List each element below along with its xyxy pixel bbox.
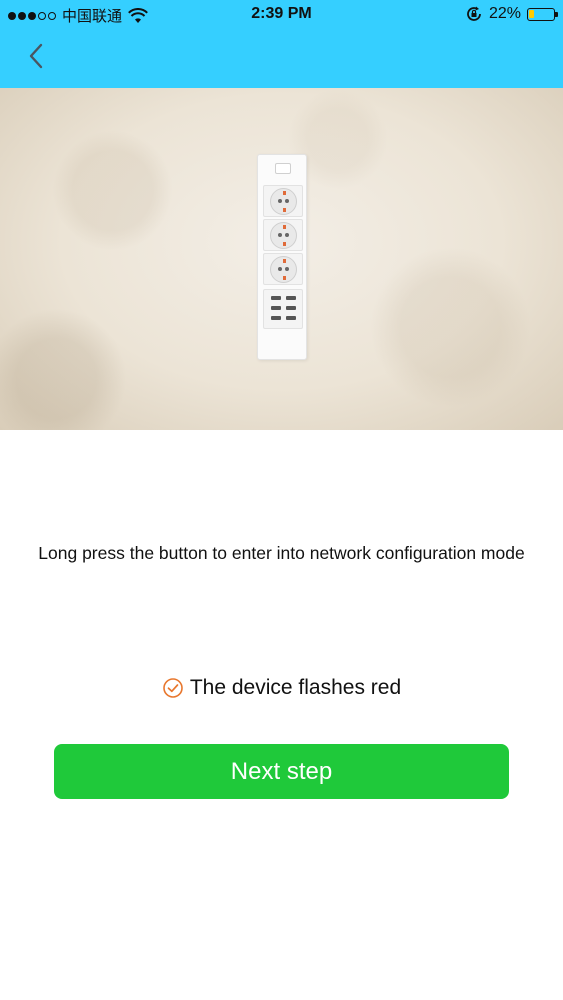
socket	[263, 185, 303, 217]
confirm-checkbox[interactable]: The device flashes red	[0, 676, 563, 700]
status-right: 22%	[465, 5, 558, 23]
instruction-text: Long press the button to enter into netw…	[38, 543, 525, 563]
battery-level	[529, 9, 535, 18]
check-circle-icon	[163, 678, 183, 698]
usb-ports	[263, 289, 303, 329]
power-switch	[275, 163, 291, 174]
battery-percent: 22%	[488, 5, 521, 22]
battery-icon	[527, 7, 558, 21]
socket	[263, 253, 303, 285]
chevron-left-icon	[29, 43, 43, 69]
next-step-button[interactable]: Next step	[54, 744, 509, 799]
back-button[interactable]	[22, 40, 52, 72]
device-illustration	[0, 88, 563, 430]
confirm-label: The device flashes red	[189, 676, 402, 699]
status-bar: 中国联通 2:39 PM 22%	[0, 0, 563, 30]
rotation-lock-icon	[467, 6, 481, 21]
header: 中国联通 2:39 PM 22%	[0, 0, 563, 88]
power-strip-image	[257, 154, 307, 360]
socket	[263, 219, 303, 251]
